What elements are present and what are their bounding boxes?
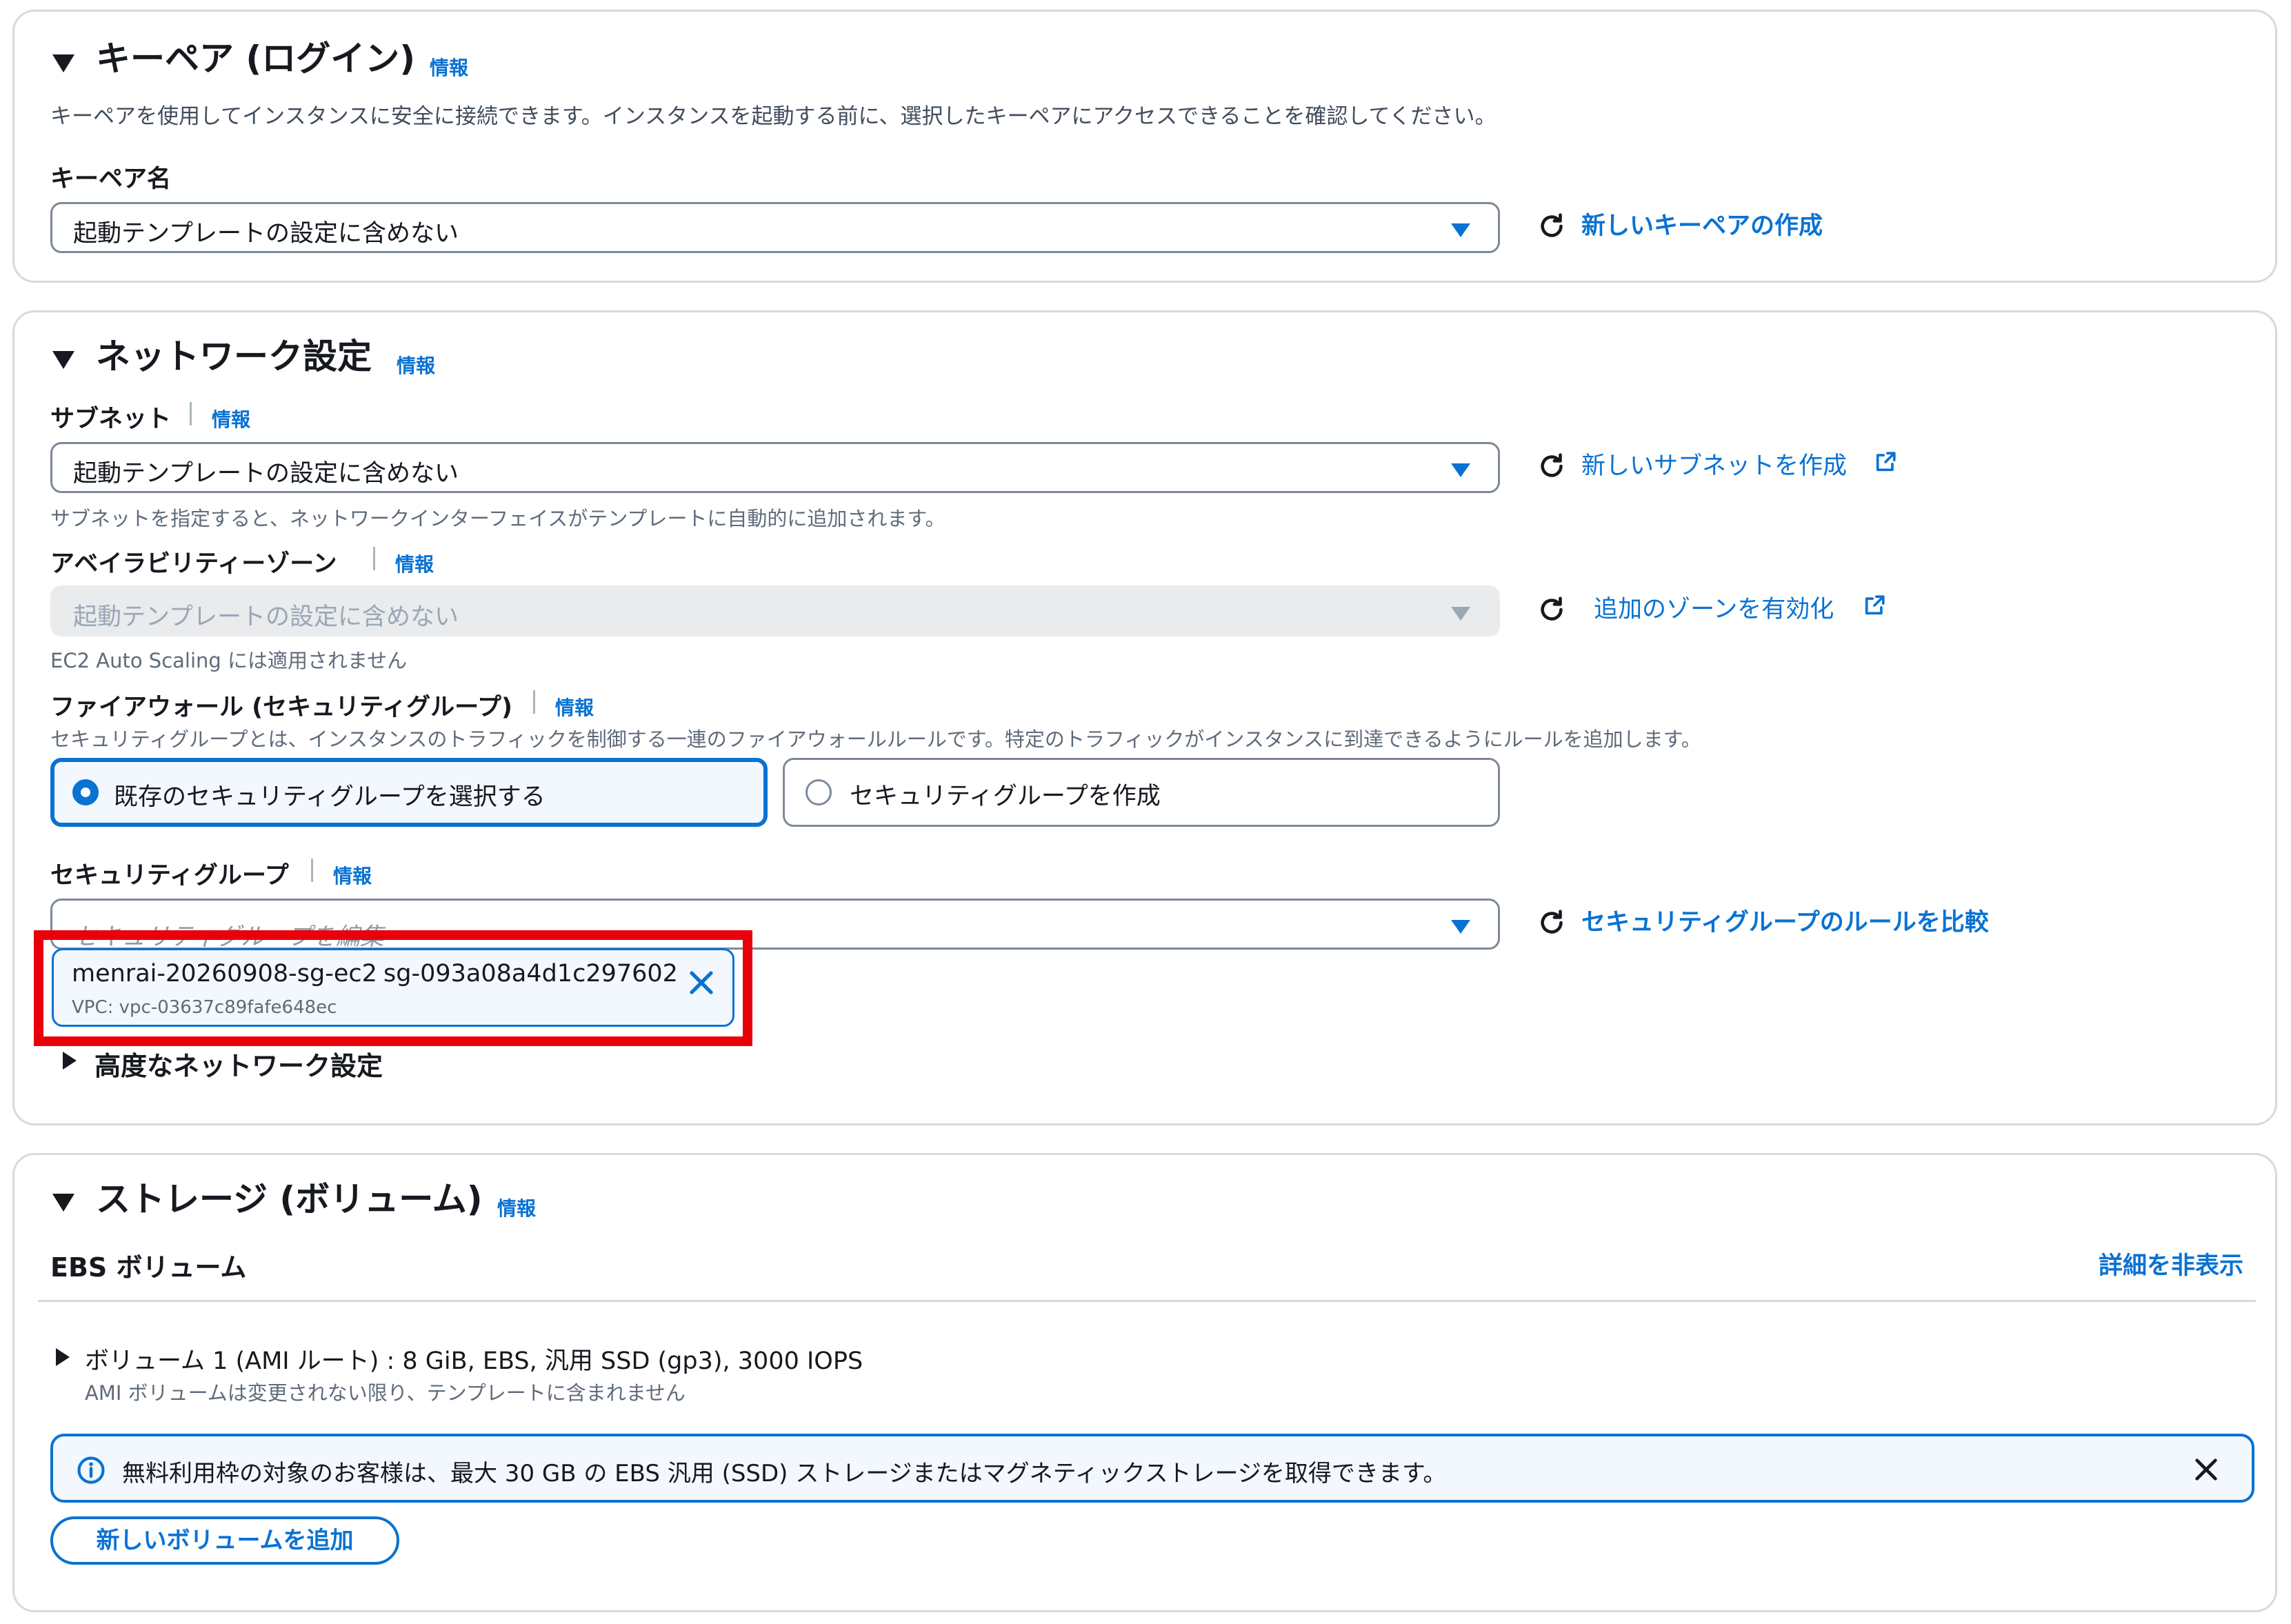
keypair-name-label: キーペア名 <box>50 166 172 193</box>
az-select-value: 起動テンプレートの設定に含めない <box>73 603 459 631</box>
collapse-triangle-icon[interactable] <box>52 54 74 72</box>
radio-unselected[interactable] <box>806 779 832 805</box>
add-volume-button[interactable]: 新しいボリュームを追加 <box>50 1516 399 1565</box>
az-select: 起動テンプレートの設定に含めない <box>50 585 1500 636</box>
network-panel: ネットワーク設定 情報 サブネット 情報 起動テンプレートの設定に含めない 新し… <box>12 310 2277 1125</box>
refresh-icon[interactable] <box>1536 450 1568 482</box>
storage-title: ストレージ (ボリューム) <box>96 1179 483 1219</box>
firewall-label: ファイアウォール (セキュリティグループ) <box>50 694 512 721</box>
az-label: アベイラビリティーゾーン <box>50 550 337 578</box>
network-title: ネットワーク設定 <box>96 337 372 377</box>
option-create-label: セキュリティグループを作成 <box>850 783 1161 810</box>
divider <box>190 402 192 425</box>
advanced-network-settings-toggle[interactable]: 高度なネットワーク設定 <box>94 1045 383 1083</box>
firewall-info-link[interactable]: 情報 <box>555 693 594 721</box>
keypair-panel: キーペア (ログイン) 情報 キーペアを使用してインスタンスに安全に接続できます… <box>12 10 2277 283</box>
hide-details-link[interactable]: 詳細を非表示 <box>2099 1246 2243 1281</box>
chevron-down-icon <box>1451 607 1470 621</box>
sg-token: menrai-20260908-sg-ec2 sg-093a08a4d1c297… <box>52 948 734 1027</box>
expand-triangle-icon[interactable] <box>63 1052 77 1070</box>
az-info-link[interactable]: 情報 <box>395 550 434 577</box>
subnet-label: サブネット <box>50 405 172 433</box>
radio-selected[interactable] <box>72 779 99 805</box>
compare-sg-rules-link[interactable]: セキュリティグループのルールを比較 <box>1581 903 1989 938</box>
subnet-help-text: サブネットを指定すると、ネットワークインターフェイスがテンプレートに自動的に追加… <box>50 507 946 530</box>
subnet-select-value: 起動テンプレートの設定に含めない <box>73 460 459 488</box>
option-select-existing-sg[interactable]: 既存のセキュリティグループを選択する <box>50 758 768 827</box>
enable-zones-link[interactable]: 追加のゾーンを有効化 <box>1594 590 1834 625</box>
free-tier-alert-text: 無料利用枠の対象のお客様は、最大 30 GB の EBS 汎用 (SSD) スト… <box>122 1460 1447 1487</box>
az-help-text: EC2 Auto Scaling には適用されません <box>50 649 408 672</box>
network-info-link[interactable]: 情報 <box>397 351 435 379</box>
subnet-select[interactable]: 起動テンプレートの設定に含めない <box>50 442 1500 493</box>
divider <box>533 690 535 714</box>
volume-1-note: AMI ボリュームは変更されない限り、テンプレートに含まれません <box>85 1381 686 1405</box>
divider <box>373 547 375 570</box>
divider <box>38 1300 2256 1302</box>
firewall-description: セキュリティグループとは、インスタンスのトラフィックを制御する一連のファイアウォ… <box>50 728 1701 751</box>
keypair-select[interactable]: 起動テンプレートの設定に含めない <box>50 202 1500 253</box>
sg-token-id: sg-093a08a4d1c297602 <box>383 960 678 988</box>
external-link-icon <box>1865 595 1885 615</box>
external-link-icon <box>1876 452 1896 472</box>
close-icon[interactable] <box>2192 1456 2220 1483</box>
chevron-down-icon <box>1451 223 1470 237</box>
storage-panel: ストレージ (ボリューム) 情報 EBS ボリューム 詳細を非表示 ボリューム … <box>12 1153 2277 1612</box>
refresh-icon[interactable] <box>1536 907 1568 939</box>
sg-label: セキュリティグループ <box>50 862 289 890</box>
sg-token-vpc: VPC: vpc-03637c89fafe648ec <box>72 997 337 1018</box>
expand-triangle-icon[interactable] <box>56 1348 70 1366</box>
keypair-select-value: 起動テンプレートの設定に含めない <box>73 220 459 248</box>
keypair-info-link[interactable]: 情報 <box>430 53 468 81</box>
sg-token-name: menrai-20260908-sg-ec2 <box>72 960 377 988</box>
chevron-down-icon <box>1451 920 1470 934</box>
keypair-title: キーペア (ログイン) <box>96 39 416 79</box>
chevron-down-icon <box>1451 463 1470 477</box>
refresh-icon[interactable] <box>1536 594 1568 625</box>
subnet-info-link[interactable]: 情報 <box>212 405 250 432</box>
info-icon <box>77 1456 105 1484</box>
collapse-triangle-icon[interactable] <box>52 1194 74 1212</box>
divider <box>311 859 313 882</box>
create-subnet-link[interactable]: 新しいサブネットを作成 <box>1581 446 1847 481</box>
sg-info-link[interactable]: 情報 <box>333 861 372 889</box>
volume-1-summary[interactable]: ボリューム 1 (AMI ルート) : 8 GiB, EBS, 汎用 SSD (… <box>85 1341 863 1376</box>
add-volume-button-label: 新しいボリュームを追加 <box>96 1527 354 1554</box>
option-existing-label: 既存のセキュリティグループを選択する <box>114 783 546 811</box>
keypair-description: キーペアを使用してインスタンスに安全に接続できます。インスタンスを起動する前に、… <box>50 104 1497 129</box>
refresh-icon[interactable] <box>1536 210 1568 242</box>
close-icon[interactable] <box>687 968 716 997</box>
storage-info-link[interactable]: 情報 <box>497 1194 536 1221</box>
option-create-sg[interactable]: セキュリティグループを作成 <box>783 758 1500 827</box>
free-tier-alert: 無料利用枠の対象のお客様は、最大 30 GB の EBS 汎用 (SSD) スト… <box>50 1434 2254 1503</box>
create-keypair-link[interactable]: 新しいキーペアの作成 <box>1581 206 1823 241</box>
ebs-volumes-label: EBS ボリューム <box>50 1252 247 1283</box>
collapse-triangle-icon[interactable] <box>52 351 74 369</box>
